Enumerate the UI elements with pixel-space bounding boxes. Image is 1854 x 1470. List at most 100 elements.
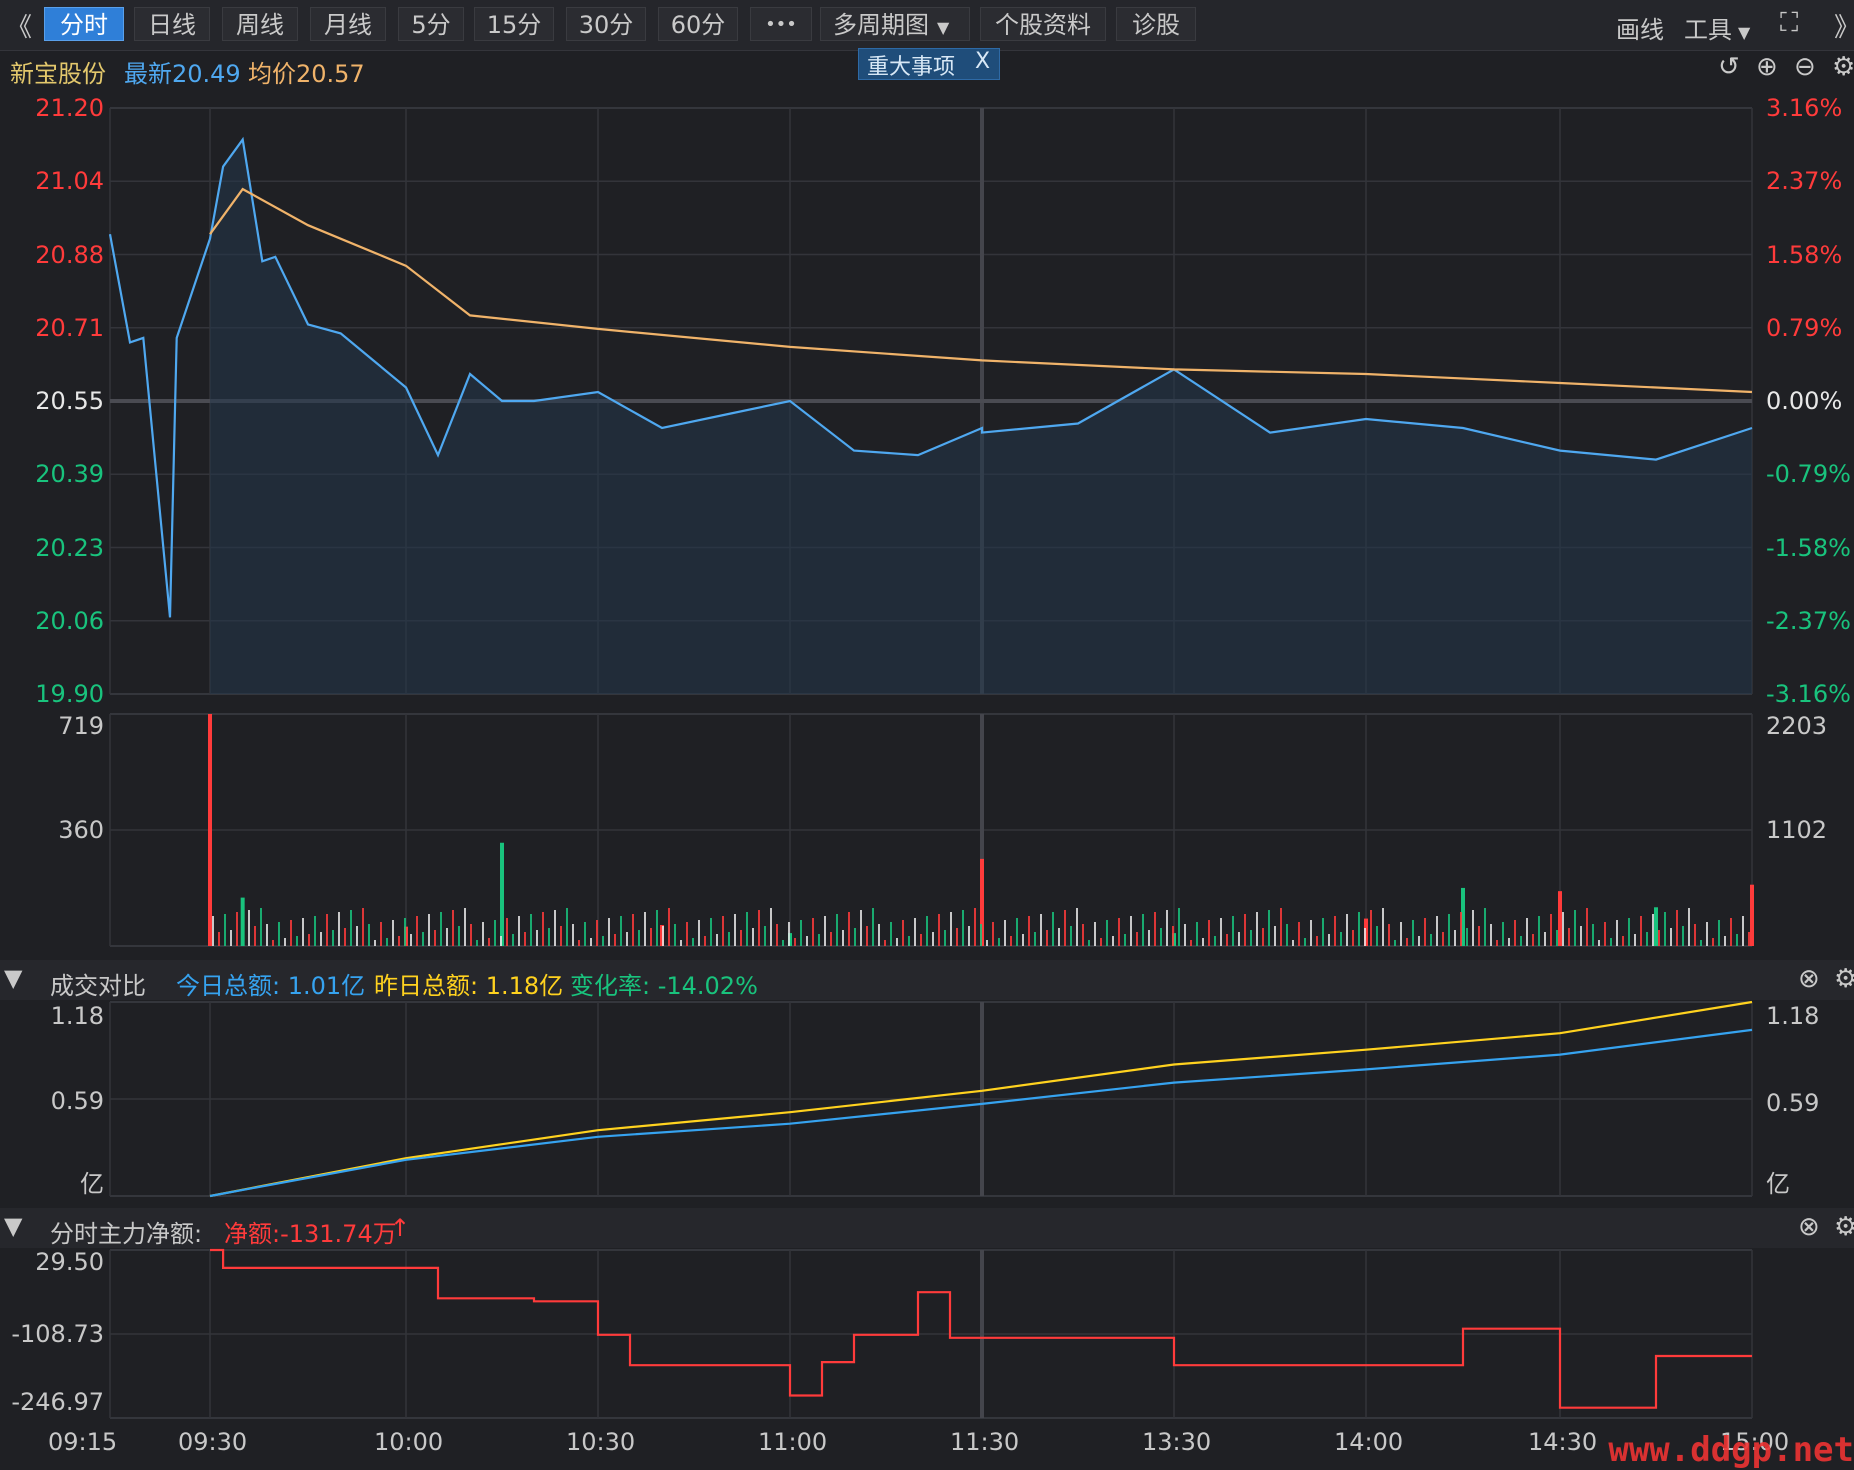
netflow-tick-label: -108.73 [11, 1320, 104, 1348]
volume-bar [1148, 930, 1150, 946]
volume-bar [212, 916, 214, 946]
volume-bar [1364, 928, 1366, 946]
volume-bar [734, 914, 736, 946]
volume-bar [692, 938, 694, 946]
volume-bar [1736, 934, 1738, 946]
volume-bar [1106, 920, 1108, 946]
volume-bar [452, 910, 454, 946]
volume-bar [1654, 907, 1658, 946]
volume-bar [1178, 908, 1180, 946]
volume-bar [668, 908, 670, 946]
volume-bar [542, 912, 544, 946]
volume-bar [1676, 910, 1678, 946]
volume-bar [920, 934, 922, 946]
volume-bar [1160, 928, 1162, 946]
volume-bar [746, 912, 748, 946]
volume-bar [1574, 910, 1576, 946]
volume-bar [998, 938, 1000, 946]
volume-bar [950, 912, 952, 946]
volume-bar [1604, 922, 1606, 946]
percent-tick-label: -0.79% [1766, 460, 1851, 489]
volume-bar [1358, 912, 1360, 946]
close-panel-icon[interactable]: ⊗ [1798, 1212, 1820, 1242]
volume-bar [1238, 932, 1240, 946]
volume-bar [1262, 928, 1264, 946]
volume-bar [560, 926, 562, 946]
volume-bar [1502, 922, 1504, 946]
volume-bar [1718, 920, 1720, 946]
panel-settings-icon[interactable]: ⚙ [1834, 1212, 1854, 1242]
price-tick-label: 19.90 [35, 680, 104, 708]
volume-bar [836, 914, 838, 946]
time-tick-label: 13:30 [1142, 1428, 1212, 1456]
volume-bar [1724, 936, 1726, 946]
volume-bar [1226, 934, 1228, 946]
volume-bar [1526, 918, 1528, 946]
turnover-tick-label: 1.18 [1766, 1002, 1820, 1030]
volume-bar [1750, 884, 1754, 946]
collapse-panel-icon[interactable]: ▼ [4, 964, 22, 992]
volume-bar [812, 918, 814, 946]
panel-settings-icon[interactable]: ⚙ [1834, 964, 1854, 994]
volume-bar [824, 916, 826, 946]
volume-bar [208, 714, 212, 946]
volume-bar [842, 930, 844, 946]
volume-bar [1166, 910, 1168, 946]
volume-bar [1184, 924, 1186, 946]
volume-bar [356, 926, 358, 946]
volume-bar [914, 918, 916, 946]
volume-bar [1208, 920, 1210, 946]
volume-bar [362, 908, 364, 946]
volume-bar [314, 916, 316, 946]
turnover-title: 成交对比 [50, 972, 146, 1000]
volume-bar [230, 930, 232, 946]
volume-bar [1742, 916, 1744, 946]
volume-bar [1016, 918, 1018, 946]
volume-bar [1586, 908, 1588, 946]
volume-bar [1520, 936, 1522, 946]
volume-bar [1064, 910, 1066, 946]
volume-bar [1040, 914, 1042, 946]
volume-bar [380, 922, 382, 946]
volume-bar [1298, 922, 1300, 946]
volume-bar [416, 916, 418, 946]
volume-bar [944, 930, 946, 946]
collapse-panel-icon[interactable]: ▼ [4, 1212, 22, 1240]
volume-bar [1652, 914, 1654, 946]
volume-tick-label: 1102 [1766, 816, 1828, 844]
up-arrow-icon: ↑ [390, 1214, 411, 1242]
close-panel-icon[interactable]: ⊗ [1798, 964, 1820, 994]
volume-bar [1082, 924, 1084, 946]
volume-bar [572, 924, 574, 946]
volume-bar [584, 922, 586, 946]
volume-bar [926, 916, 928, 946]
volume-bar [644, 912, 646, 946]
volume-bar [1280, 908, 1282, 946]
volume-bar [1022, 934, 1024, 946]
volume-bar [854, 928, 856, 946]
volume-bar [1610, 938, 1612, 946]
volume-bar [1124, 934, 1126, 946]
volume-bar [1514, 920, 1516, 946]
turnover-tick-label: 1.18 [50, 1002, 104, 1030]
percent-tick-label: 3.16% [1766, 94, 1843, 122]
volume-bar [1628, 918, 1630, 946]
volume-bar [1250, 930, 1252, 946]
price-tick-label: 20.39 [35, 460, 104, 489]
volume-bar [1550, 914, 1552, 946]
price-tick-label: 20.06 [35, 606, 104, 635]
volume-bar [1496, 940, 1498, 946]
netflow-panel-header: ▼ 分时主力净额: 净额:-131.74万 ↑ ⊗ ⚙ [0, 1208, 1854, 1248]
intraday-chart[interactable] [0, 0, 1854, 1470]
volume-bar [956, 928, 958, 946]
volume-bar [500, 936, 502, 946]
volume-bar [218, 932, 220, 946]
volume-bar [1472, 910, 1474, 946]
volume-bar [1616, 920, 1618, 946]
price-tick-label: 21.20 [35, 94, 104, 122]
price-tick-label: 20.71 [35, 313, 104, 342]
volume-bar [1418, 936, 1420, 946]
percent-tick-label: -1.58% [1766, 533, 1851, 562]
volume-bar [1400, 922, 1402, 946]
volume-bar [686, 922, 688, 946]
